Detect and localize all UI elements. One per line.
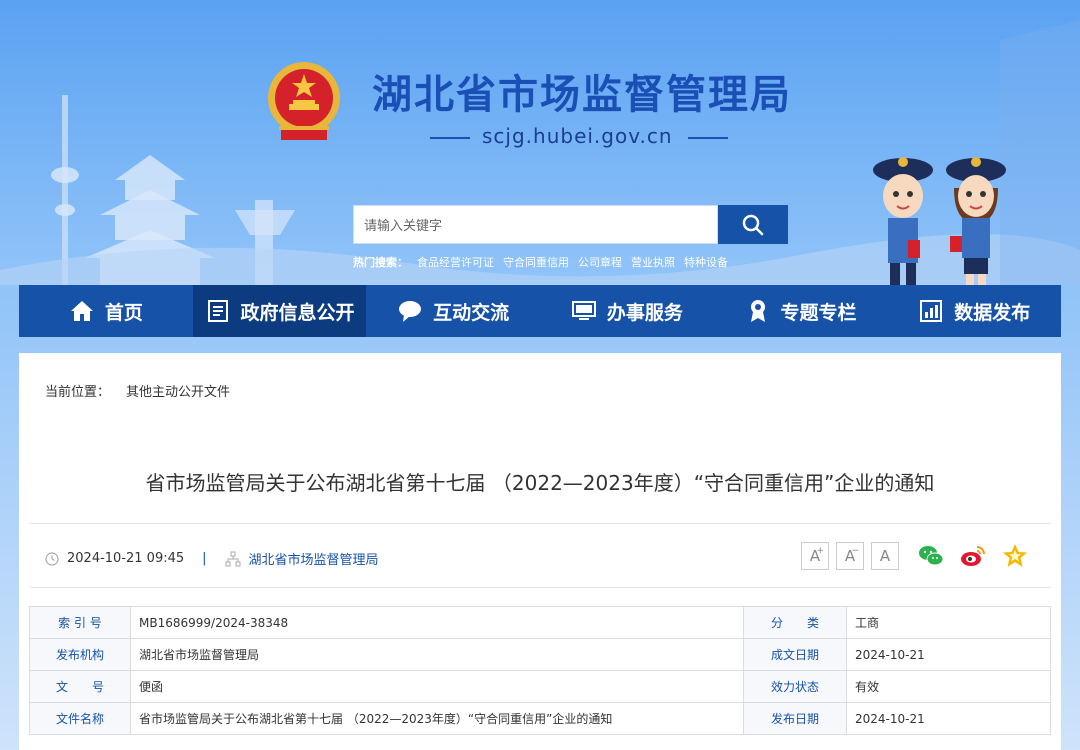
breadcrumb-label: 当前位置： xyxy=(45,385,111,400)
domain-row: scjg.hubei.gov.cn xyxy=(430,124,730,150)
nav-item-home[interactable]: 首页 xyxy=(19,285,193,337)
nav-item-interaction[interactable]: 互动交流 xyxy=(366,285,540,337)
document-list-icon xyxy=(207,300,228,322)
table-cell-value: MB1686999/2024-38348 xyxy=(130,606,744,639)
table-row: 文 号 便函 效力状态 有效 xyxy=(29,670,1051,703)
hot-search-link[interactable]: 特种设备 xyxy=(684,254,728,270)
hot-search-link[interactable]: 守合同重信用 xyxy=(503,254,569,270)
main-nav: 首页 政府信息公开 互动交流 办事服务 专题专栏 数据发布 xyxy=(19,285,1061,337)
table-row: 文件名称 省市场监管局关于公布湖北省第十七届 （2022—2023年度）“守合同… xyxy=(29,702,1051,735)
table-cell-value: 便函 xyxy=(130,670,744,703)
hot-search-row: 热门搜索： 食品经营许可证 守合同重信用 公司章程 营业执照 特种设备 xyxy=(353,254,728,270)
table-cell-key: 分 类 xyxy=(743,606,847,639)
table-cell-key: 索 引 号 xyxy=(29,606,131,639)
search-input[interactable]: 请输入关键字 xyxy=(353,205,718,244)
nav-item-topics[interactable]: 专题专栏 xyxy=(714,285,888,337)
breadcrumb-current[interactable]: 其他主动公开文件 xyxy=(126,381,230,400)
article-meta: 2024-10-21 09:45 | 湖北省市场监督管理局 xyxy=(45,549,379,568)
plus-icon: + xyxy=(816,546,824,556)
org-chart-icon xyxy=(225,551,241,566)
hot-search-link[interactable]: 食品经营许可证 xyxy=(417,254,494,270)
table-cell-value: 省市场监管局关于公布湖北省第十七届 （2022—2023年度）“守合同重信用”企… xyxy=(130,702,744,735)
mascot-illustration xyxy=(873,157,1006,285)
table-cell-value: 湖北省市场监督管理局 xyxy=(130,638,744,671)
nav-item-label: 办事服务 xyxy=(606,301,683,324)
nav-item-label: 首页 xyxy=(104,301,143,324)
table-cell-value: 2024-10-21 xyxy=(846,702,1051,735)
nav-item-gov-info[interactable]: 政府信息公开 xyxy=(192,285,367,337)
divider xyxy=(29,523,1051,524)
bar-chart-icon xyxy=(920,300,943,322)
table-cell-key: 文 号 xyxy=(29,670,131,703)
font-button-label: A xyxy=(879,547,891,565)
document-info-table: 索 引 号 MB1686999/2024-38348 分 类 工商 发布机构 湖… xyxy=(29,606,1051,735)
table-cell-key: 发布日期 xyxy=(743,702,847,735)
font-increase-button[interactable]: A + xyxy=(801,542,829,570)
header-banner: 湖北省市场监督管理局 scjg.hubei.gov.cn 请输入关键字 热门搜索… xyxy=(0,0,1080,285)
nav-item-label: 政府信息公开 xyxy=(240,301,355,324)
weibo-icon[interactable] xyxy=(959,542,987,570)
font-reset-button[interactable]: A xyxy=(871,542,899,570)
table-cell-key: 文件名称 xyxy=(29,702,131,735)
publish-datetime: 2024-10-21 09:45 xyxy=(67,551,185,566)
nav-item-label: 专题专栏 xyxy=(780,301,857,324)
clock-icon xyxy=(45,551,59,566)
nav-item-label: 互动交流 xyxy=(433,301,510,324)
award-icon xyxy=(750,300,765,322)
table-row: 发布机构 湖北省市场监督管理局 成文日期 2024-10-21 xyxy=(29,638,1051,671)
table-row: 索 引 号 MB1686999/2024-38348 分 类 工商 xyxy=(29,606,1051,639)
nav-item-data[interactable]: 数据发布 xyxy=(887,285,1061,337)
table-cell-value: 工商 xyxy=(846,606,1051,639)
monitor-icon xyxy=(571,301,596,320)
article-panel: 当前位置： 其他主动公开文件 省市场监管局关于公布湖北省第十七届 （2022—2… xyxy=(19,353,1061,750)
wechat-icon[interactable] xyxy=(917,542,945,570)
search-icon xyxy=(742,214,764,235)
table-cell-value: 2024-10-21 xyxy=(846,638,1051,671)
font-size-controls: A + A − A xyxy=(801,542,899,570)
meta-separator: | xyxy=(202,551,207,566)
font-decrease-button[interactable]: A − xyxy=(836,542,864,570)
decorative-line xyxy=(430,137,470,139)
nav-item-label: 数据发布 xyxy=(954,301,1031,324)
minus-icon: − xyxy=(851,546,859,556)
divider xyxy=(29,587,1051,588)
share-icons xyxy=(917,542,1029,570)
article-title: 省市场监管局关于公布湖北省第十七届 （2022—2023年度）“守合同重信用”企… xyxy=(145,471,935,495)
decorative-line xyxy=(688,137,728,139)
nav-item-services[interactable]: 办事服务 xyxy=(540,285,714,337)
table-cell-key: 效力状态 xyxy=(743,670,847,703)
hot-search-label: 热门搜索： xyxy=(353,256,408,269)
hot-search-link[interactable]: 营业执照 xyxy=(631,254,675,270)
breadcrumb: 当前位置： 其他主动公开文件 xyxy=(45,381,230,400)
home-icon xyxy=(70,301,93,321)
publisher: 湖北省市场监督管理局 xyxy=(248,553,379,568)
site-title[interactable]: 湖北省市场监督管理局 xyxy=(372,62,792,120)
search-button[interactable] xyxy=(718,205,788,244)
site-domain: scjg.hubei.gov.cn xyxy=(482,124,673,148)
hot-search-link[interactable]: 公司章程 xyxy=(578,254,622,270)
table-cell-key: 发布机构 xyxy=(29,638,131,671)
table-cell-key: 成文日期 xyxy=(743,638,847,671)
favorite-star-icon[interactable] xyxy=(1001,542,1029,570)
national-emblem-icon xyxy=(268,62,340,140)
chat-bubble-icon xyxy=(399,301,422,322)
table-cell-value: 有效 xyxy=(846,670,1051,703)
